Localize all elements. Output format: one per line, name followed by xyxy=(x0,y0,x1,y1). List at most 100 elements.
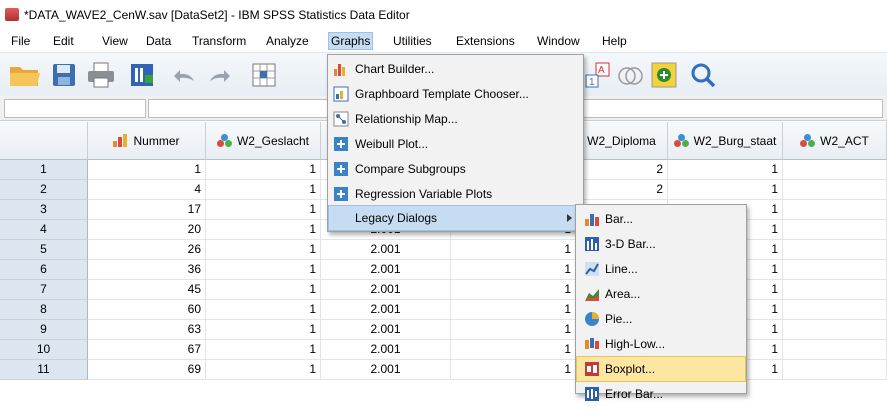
data-cell[interactable] xyxy=(783,160,887,180)
data-cell[interactable]: 1 xyxy=(206,280,321,300)
redo-icon[interactable] xyxy=(206,61,234,89)
menu-item-weibull-plot[interactable]: Weibull Plot... xyxy=(329,132,582,156)
data-cell[interactable]: 1 xyxy=(451,340,576,360)
data-cell[interactable] xyxy=(783,220,887,240)
row-header[interactable]: 10 xyxy=(0,340,88,360)
data-cell[interactable]: 1 xyxy=(451,240,576,260)
menu-item-line[interactable]: Line... xyxy=(577,257,745,281)
data-cell[interactable] xyxy=(783,300,887,320)
cell-reference-field[interactable] xyxy=(4,99,146,118)
data-cell[interactable]: 67 xyxy=(88,340,206,360)
menu-file[interactable]: File xyxy=(9,33,32,49)
save-icon[interactable] xyxy=(50,61,78,89)
menu-help[interactable]: Help xyxy=(600,33,629,49)
data-cell[interactable]: 1 xyxy=(206,180,321,200)
data-cell[interactable]: 1 xyxy=(206,240,321,260)
menu-item-chart-builder[interactable]: Chart Builder... xyxy=(329,57,582,81)
column-header-nummer[interactable]: Nummer xyxy=(88,122,206,160)
data-cell[interactable]: 1 xyxy=(451,320,576,340)
data-cell[interactable]: 2.001 xyxy=(321,340,451,360)
data-cell[interactable]: 2.001 xyxy=(321,260,451,280)
menu-item-graphboard-template-chooser[interactable]: Graphboard Template Chooser... xyxy=(329,82,582,106)
menu-data[interactable]: Data xyxy=(144,33,173,49)
data-cell[interactable]: 2.001 xyxy=(321,320,451,340)
row-header[interactable]: 8 xyxy=(0,300,88,320)
row-header[interactable]: 11 xyxy=(0,360,88,380)
menu-view[interactable]: View xyxy=(100,33,130,49)
data-cell[interactable]: 1 xyxy=(88,160,206,180)
data-cell[interactable]: 1 xyxy=(668,180,783,200)
data-cell[interactable]: 2 xyxy=(576,160,668,180)
menu-item-bar[interactable]: Bar... xyxy=(577,207,745,231)
data-cell[interactable]: 36 xyxy=(88,260,206,280)
data-cell[interactable]: 2.001 xyxy=(321,300,451,320)
data-cell[interactable]: 2.001 xyxy=(321,240,451,260)
open-folder-icon[interactable] xyxy=(8,61,40,89)
menu-item-relationship-map[interactable]: Relationship Map... xyxy=(329,107,582,131)
row-header[interactable]: 4 xyxy=(0,220,88,240)
data-cell[interactable]: 4 xyxy=(88,180,206,200)
corner-cell[interactable] xyxy=(0,122,88,160)
menu-item-area[interactable]: Area... xyxy=(577,282,745,306)
data-cell[interactable]: 1 xyxy=(206,260,321,280)
row-header[interactable]: 3 xyxy=(0,200,88,220)
data-cell[interactable]: 2.001 xyxy=(321,280,451,300)
data-cell[interactable] xyxy=(783,360,887,380)
data-cell[interactable] xyxy=(783,200,887,220)
data-cell[interactable]: 1 xyxy=(206,160,321,180)
data-cell[interactable]: 1 xyxy=(206,300,321,320)
menu-item-error-bar[interactable]: Error Bar... xyxy=(577,382,745,406)
row-header[interactable]: 9 xyxy=(0,320,88,340)
data-cell[interactable] xyxy=(783,240,887,260)
search-icon[interactable] xyxy=(688,61,716,89)
row-header[interactable]: 6 xyxy=(0,260,88,280)
data-cell[interactable] xyxy=(783,180,887,200)
column-header-w2-act[interactable]: W2_ACT xyxy=(783,122,887,160)
menu-item-3d-bar[interactable]: 3-D Bar... xyxy=(577,232,745,256)
menu-item-regression-variable-plots[interactable]: Regression Variable Plots xyxy=(329,182,582,206)
data-cell[interactable]: 1 xyxy=(206,200,321,220)
data-cell[interactable]: 2 xyxy=(576,180,668,200)
column-header-w2-geslacht[interactable]: W2_Geslacht xyxy=(206,122,321,160)
menu-analyze[interactable]: Analyze xyxy=(264,33,311,49)
data-cell[interactable] xyxy=(783,340,887,360)
print-icon[interactable] xyxy=(86,61,114,89)
data-cell[interactable]: 60 xyxy=(88,300,206,320)
data-cell[interactable]: 45 xyxy=(88,280,206,300)
menu-item-compare-subgroups[interactable]: Compare Subgroups xyxy=(329,157,582,181)
data-cell[interactable]: 1 xyxy=(451,280,576,300)
go-to-case-icon[interactable] xyxy=(250,61,278,89)
data-cell[interactable]: 1 xyxy=(206,340,321,360)
recall-dialog-icon[interactable] xyxy=(128,61,156,89)
data-cell[interactable]: 1 xyxy=(451,260,576,280)
data-cell[interactable] xyxy=(783,280,887,300)
undo-icon[interactable] xyxy=(170,61,198,89)
data-cell[interactable]: 69 xyxy=(88,360,206,380)
data-cell[interactable]: 1 xyxy=(668,160,783,180)
column-header-w2-diploma[interactable]: W2_Diploma xyxy=(576,122,668,160)
data-cell[interactable]: 2.001 xyxy=(321,360,451,380)
data-cell[interactable]: 1 xyxy=(206,360,321,380)
menu-item-boxplot[interactable]: Boxplot... xyxy=(576,356,746,382)
data-cell[interactable]: 1 xyxy=(206,220,321,240)
data-cell[interactable]: 63 xyxy=(88,320,206,340)
data-cell[interactable] xyxy=(783,260,887,280)
menu-item-pie[interactable]: Pie... xyxy=(577,307,745,331)
data-cell[interactable]: 20 xyxy=(88,220,206,240)
menu-graphs[interactable]: Graphs xyxy=(327,32,374,50)
spelling-icon[interactable] xyxy=(650,61,678,89)
menu-item-legacy-dialogs[interactable]: Legacy Dialogs xyxy=(328,205,583,231)
column-header-w2-burg-staat[interactable]: W2_Burg_staat xyxy=(668,122,783,160)
menu-edit[interactable]: Edit xyxy=(51,33,76,49)
data-cell[interactable]: 1 xyxy=(206,320,321,340)
menu-transform[interactable]: Transform xyxy=(190,33,248,49)
menu-utilities[interactable]: Utilities xyxy=(391,33,434,49)
row-header[interactable]: 1 xyxy=(0,160,88,180)
data-cell[interactable]: 17 xyxy=(88,200,206,220)
row-header[interactable]: 2 xyxy=(0,180,88,200)
use-sets-icon[interactable] xyxy=(616,61,644,89)
value-labels-icon[interactable]: A1 xyxy=(584,61,612,89)
row-header[interactable]: 7 xyxy=(0,280,88,300)
row-header[interactable]: 5 xyxy=(0,240,88,260)
menu-window[interactable]: Window xyxy=(535,33,582,49)
